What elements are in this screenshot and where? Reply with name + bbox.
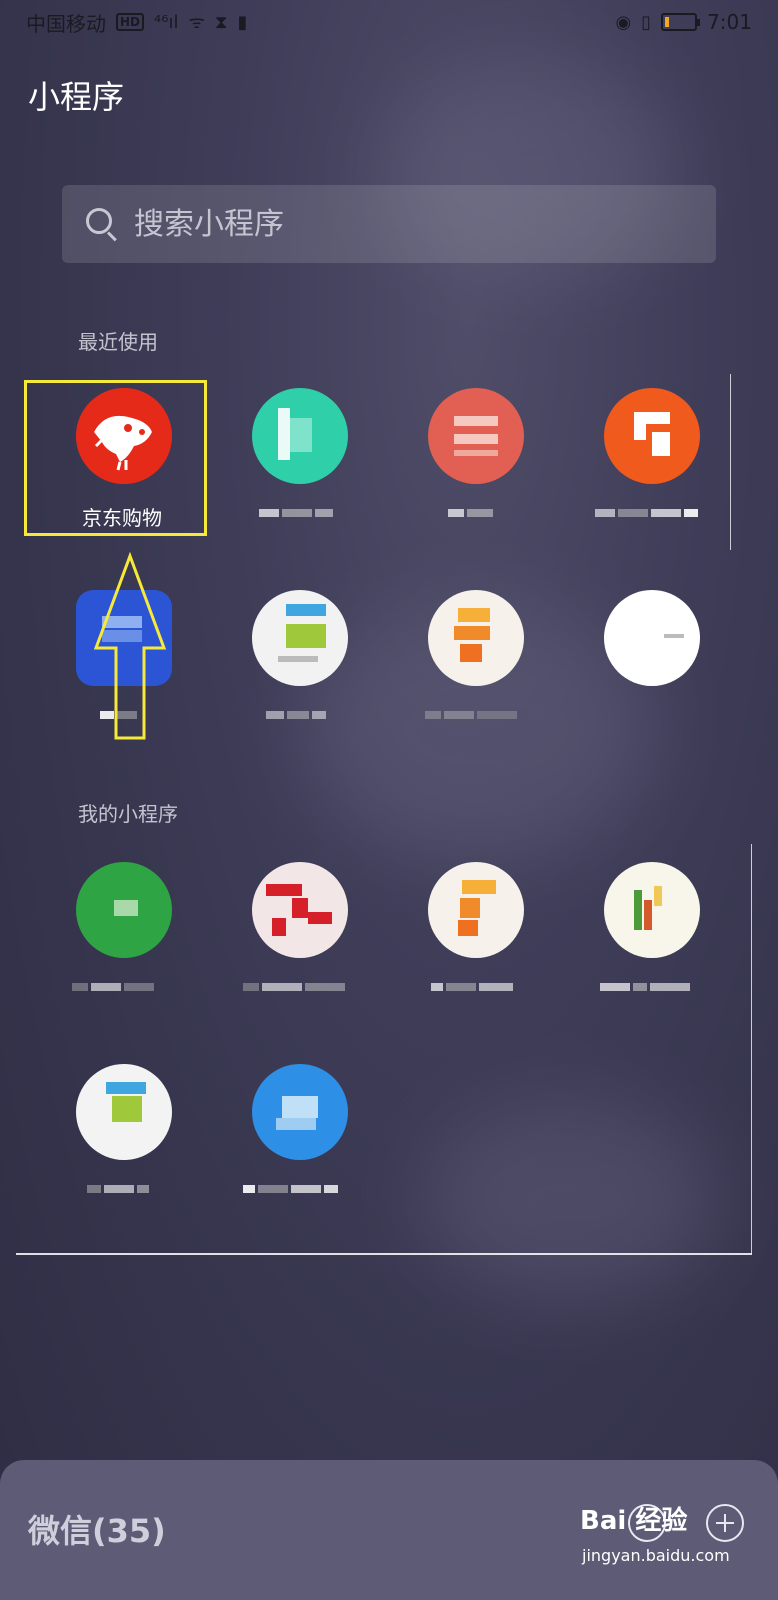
- app-orange-blurred[interactable]: [560, 378, 740, 548]
- app-label-blurred: [425, 704, 523, 719]
- hd-badge: HD: [116, 13, 145, 31]
- arrow-up-annotation: [93, 552, 167, 740]
- wechat-title: 微信(35): [28, 1512, 166, 1550]
- app-teal-blurred[interactable]: [208, 378, 388, 548]
- app-icon-blurred: [428, 388, 524, 484]
- app-label-blurred: [431, 976, 517, 991]
- divider-vertical: [751, 844, 752, 1254]
- app-label-blurred: [259, 502, 337, 517]
- highlight-box: [24, 380, 207, 536]
- app-label-blurred: [87, 1178, 157, 1193]
- add-button[interactable]: [706, 1504, 744, 1542]
- wifi-icon: ᯤ: [188, 12, 205, 33]
- app-icon-blurred: [252, 862, 348, 958]
- app-icon-blurred: [76, 862, 172, 958]
- app-icon-blurred: [76, 1064, 172, 1160]
- carrier-label: 中国移动: [26, 11, 106, 36]
- app-label-blurred: [243, 1178, 353, 1193]
- app-icon-blurred: [252, 590, 348, 686]
- app-label-blurred: [266, 704, 330, 719]
- search-input[interactable]: [134, 206, 694, 242]
- app-blue-chat-blurred[interactable]: [208, 1054, 388, 1224]
- app-label-blurred: [448, 502, 500, 517]
- eye-icon: ◉: [615, 11, 632, 33]
- app-icon-blurred: [604, 388, 700, 484]
- page-title: 小程序: [28, 78, 125, 116]
- divider-horizontal: [16, 1253, 752, 1255]
- background-cloud: [420, 1100, 720, 1300]
- wechat-bottom-panel[interactable]: 微信(35) Bai 经验 jingyan.baidu.com: [0, 1460, 778, 1600]
- app-white-multicolor-blurred[interactable]: [560, 852, 740, 1022]
- battery-level: [665, 17, 670, 27]
- app-icon-blurred: [604, 590, 700, 686]
- status-bar: 中国移动 HD ⁴⁶ıl ᯤ ⧗ ▮ ◉ ▯ 7:01: [0, 0, 778, 44]
- app-icon-blurred: [604, 862, 700, 958]
- app-label-blurred: [72, 976, 172, 991]
- app-white-blurred[interactable]: [560, 580, 740, 750]
- app-green-blurred[interactable]: [32, 852, 212, 1022]
- vibrate-icon: ▯: [641, 11, 652, 33]
- app-white-green-blurred[interactable]: [208, 580, 388, 750]
- app-label-blurred: [600, 976, 700, 991]
- status-time: 7:01: [707, 10, 752, 34]
- app-icon-blurred: [252, 1064, 348, 1160]
- section-title-mine: 我的小程序: [78, 802, 178, 826]
- app-label-blurred: [595, 502, 705, 517]
- app-white-orange2-blurred[interactable]: [384, 852, 564, 1022]
- app-icon-blurred: [428, 590, 524, 686]
- search-icon: [84, 206, 120, 242]
- app-icon-blurred: [252, 388, 348, 484]
- baidu-watermark-url: jingyan.baidu.com: [582, 1546, 730, 1565]
- app-red-white-blurred[interactable]: [208, 852, 388, 1022]
- app-white-green2-blurred[interactable]: [32, 1054, 212, 1224]
- app-coral-blurred[interactable]: [384, 378, 564, 548]
- app-label-blurred: [243, 976, 353, 991]
- signal-icon: ⁴⁶ıl: [154, 11, 179, 33]
- battery-icon: [661, 13, 701, 31]
- app-white-orange-blurred[interactable]: [384, 580, 564, 750]
- divider-vertical: [730, 374, 731, 550]
- notification-icon: ▮: [237, 11, 248, 33]
- app-icon-blurred: [428, 862, 524, 958]
- hourglass-icon: ⧗: [214, 11, 228, 33]
- section-title-recent: 最近使用: [78, 330, 158, 354]
- baidu-watermark: Bai 经验: [580, 1506, 688, 1536]
- search-bar[interactable]: [62, 185, 716, 263]
